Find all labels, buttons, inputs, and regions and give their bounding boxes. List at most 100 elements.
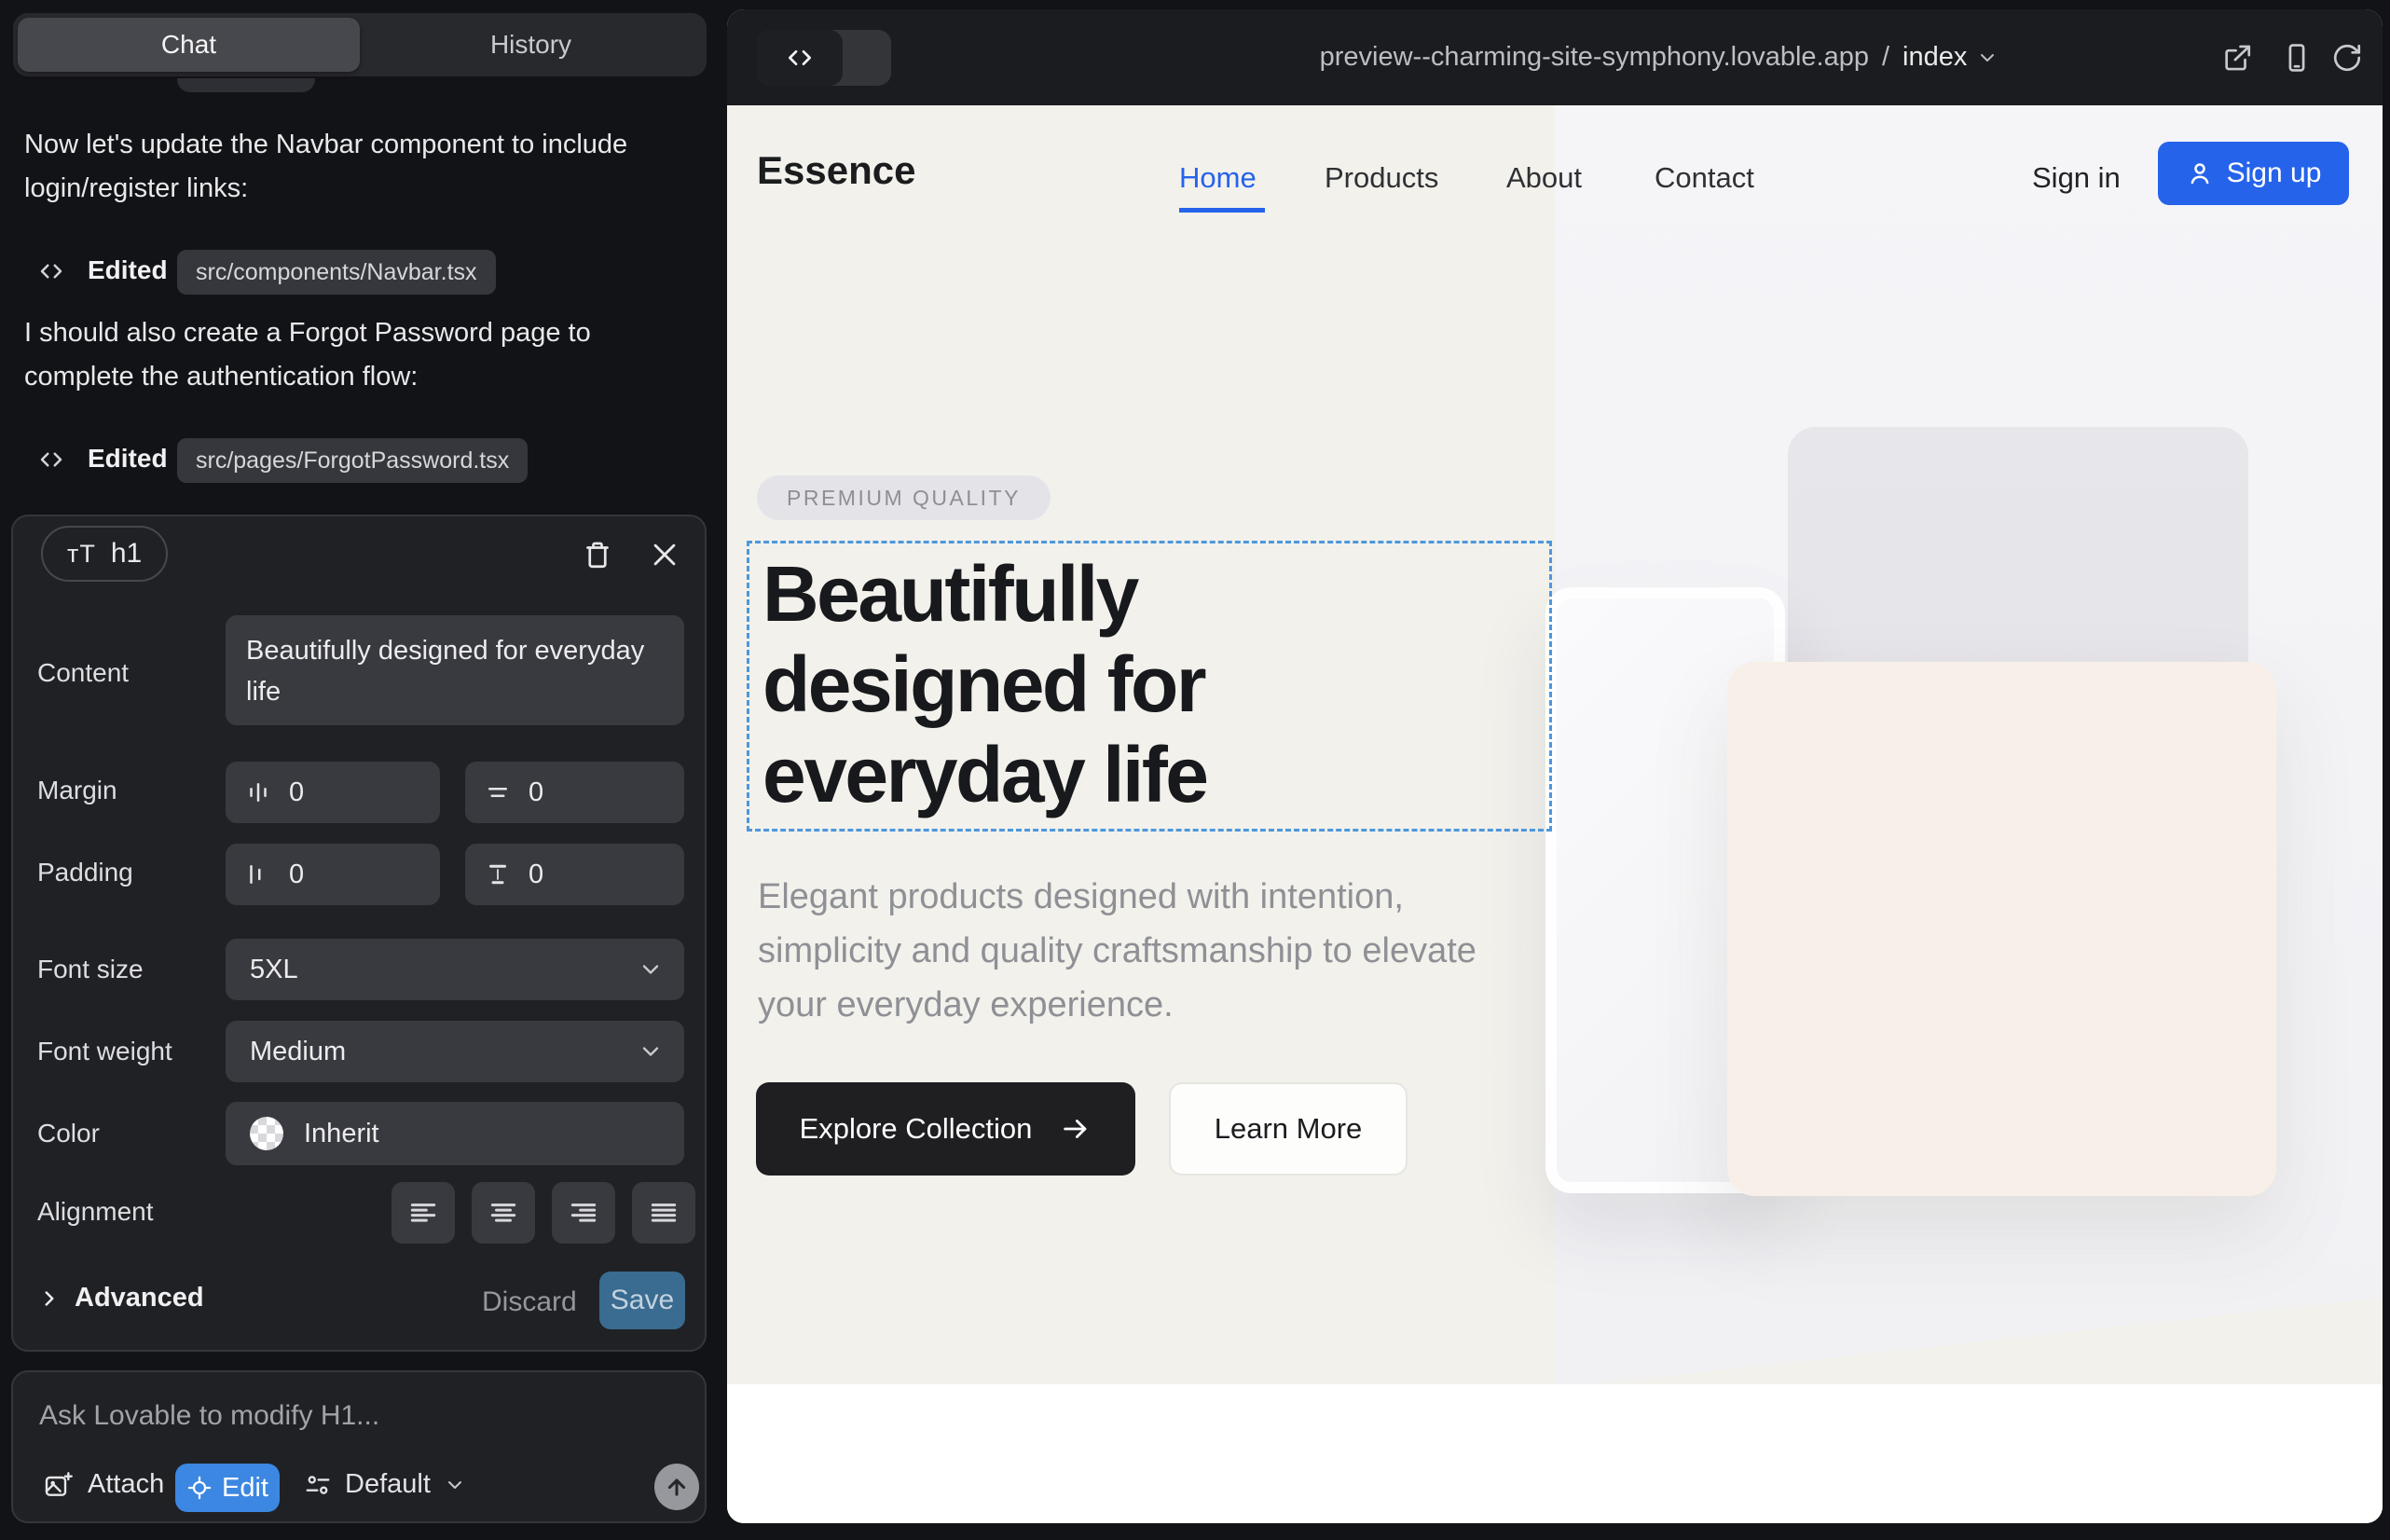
color-swatch-transparent <box>250 1117 283 1150</box>
margin-vertical-icon <box>484 778 512 806</box>
edited-file-row: Edited src/pages/ForgotPassword.tsx <box>0 438 708 485</box>
advanced-label: Advanced <box>75 1283 204 1313</box>
align-justify-button[interactable] <box>632 1182 695 1244</box>
sign-up-button[interactable]: Sign up <box>2158 142 2349 205</box>
margin-x-input[interactable]: 0 <box>226 762 440 823</box>
preview-window: preview--charming-site-symphony.lovable.… <box>727 9 2383 1523</box>
open-in-new-tab-button[interactable] <box>2217 37 2258 78</box>
nav-home-underline <box>1179 208 1265 213</box>
content-input[interactable]: Beautifully designed for everyday life <box>226 615 684 725</box>
padding-vertical-icon <box>484 860 512 888</box>
padding-x-value: 0 <box>289 859 304 890</box>
font-size-label: Font size <box>37 955 144 984</box>
chevron-down-icon <box>638 956 664 983</box>
advanced-toggle[interactable]: Advanced <box>37 1283 204 1313</box>
tab-chat-label: Chat <box>161 30 216 60</box>
font-size-value: 5XL <box>250 955 298 985</box>
color-select[interactable]: Inherit <box>226 1102 684 1165</box>
target-icon <box>186 1475 213 1501</box>
selected-element-tag[interactable]: тT h1 <box>41 526 168 582</box>
site-page: Essence Home Products About Contact Sign… <box>727 105 2383 1523</box>
margin-x-value: 0 <box>289 777 304 808</box>
nav-link-about[interactable]: About <box>1506 161 1582 195</box>
code-icon <box>37 446 65 474</box>
external-link-icon <box>2221 42 2253 74</box>
padding-horizontal-icon <box>244 860 272 888</box>
chat-input[interactable]: Ask Lovable to modify H1... <box>39 1400 379 1432</box>
code-view-toggle[interactable] <box>757 30 891 86</box>
margin-y-input[interactable]: 0 <box>465 762 684 823</box>
file-path-chip[interactable]: src/components/Navbar.tsx <box>177 250 496 295</box>
text-element-icon: тT <box>67 540 96 569</box>
attach-label: Attach <box>88 1469 164 1500</box>
chevron-right-icon <box>37 1286 62 1311</box>
site-logo[interactable]: Essence <box>757 148 915 193</box>
explore-collection-button[interactable]: Explore Collection <box>756 1082 1135 1176</box>
align-right-button[interactable] <box>552 1182 615 1244</box>
code-icon <box>37 257 65 285</box>
attach-image-icon <box>43 1470 73 1500</box>
save-button[interactable]: Save <box>599 1272 685 1329</box>
tab-chat[interactable]: Chat <box>18 18 360 72</box>
url-separator: / <box>1882 42 1889 73</box>
url-domain: preview--charming-site-symphony.lovable.… <box>1320 42 1869 73</box>
element-editor-panel: тT h1 Content Beautifully designed for e… <box>11 515 707 1352</box>
edited-file-row: Edited src/components/Navbar.tsx <box>0 250 708 296</box>
hero-heading-line: Beautifully <box>762 549 1207 639</box>
close-icon <box>649 539 680 571</box>
font-size-select[interactable]: 5XL <box>226 939 684 1000</box>
edited-label: Edited <box>88 444 168 474</box>
code-toggle-active-segment <box>757 30 843 86</box>
chat-bubble-partial <box>177 78 315 92</box>
attach-button[interactable]: Attach <box>43 1469 164 1500</box>
preview-topbar: preview--charming-site-symphony.lovable.… <box>727 9 2383 105</box>
edit-label: Edit <box>222 1473 268 1504</box>
discard-button[interactable]: Discard <box>482 1286 577 1318</box>
learn-more-button[interactable]: Learn More <box>1169 1082 1408 1176</box>
nav-link-home[interactable]: Home <box>1179 161 1257 195</box>
url-page: index <box>1902 42 1967 73</box>
chat-composer: Ask Lovable to modify H1... Attach Edit … <box>11 1370 707 1523</box>
hero-heading[interactable]: Beautifully designed for everyday life <box>762 549 1207 820</box>
mobile-preview-button[interactable] <box>2276 37 2317 78</box>
align-left-button[interactable] <box>391 1182 455 1244</box>
chat-sidebar: Chat History Now let's update the Navbar… <box>0 0 725 1540</box>
decorative-card-cream <box>1727 662 2276 1196</box>
next-page-section <box>727 1384 2383 1523</box>
smartphone-icon <box>2281 42 2313 74</box>
margin-y-value: 0 <box>529 777 543 808</box>
arrow-up-icon <box>664 1474 690 1500</box>
file-path-chip[interactable]: src/pages/ForgotPassword.tsx <box>177 438 528 483</box>
padding-x-input[interactable]: 0 <box>226 844 440 905</box>
hero-description: Elegant products designed with intention… <box>758 870 1522 1032</box>
nav-link-products[interactable]: Products <box>1325 161 1438 195</box>
font-weight-value: Medium <box>250 1037 346 1067</box>
font-weight-label: Font weight <box>37 1037 172 1066</box>
default-mode-button[interactable]: Default <box>304 1469 466 1500</box>
color-value: Inherit <box>304 1119 379 1149</box>
assistant-message: Now let's update the Navbar component to… <box>24 123 641 211</box>
assistant-message: I should also create a Forgot Password p… <box>24 311 641 399</box>
edited-label: Edited <box>88 255 168 285</box>
color-label: Color <box>37 1119 100 1148</box>
nav-link-contact[interactable]: Contact <box>1655 161 1754 195</box>
sidebar-tabs: Chat History <box>13 13 707 76</box>
trash-icon <box>581 538 614 571</box>
chevron-down-icon <box>638 1038 664 1065</box>
align-center-button[interactable] <box>472 1182 535 1244</box>
tab-history[interactable]: History <box>360 18 702 72</box>
padding-label: Padding <box>37 858 133 887</box>
edit-mode-button[interactable]: Edit <box>175 1464 280 1512</box>
close-panel-button[interactable] <box>643 533 686 576</box>
align-left-icon <box>405 1194 442 1231</box>
code-icon <box>785 43 815 73</box>
sign-in-link[interactable]: Sign in <box>2032 161 2121 195</box>
send-button[interactable] <box>654 1464 699 1510</box>
refresh-button[interactable] <box>2327 37 2368 78</box>
preview-url-dropdown[interactable]: preview--charming-site-symphony.lovable.… <box>1212 9 2107 105</box>
margin-horizontal-icon <box>244 778 272 806</box>
font-weight-select[interactable]: Medium <box>226 1021 684 1082</box>
padding-y-input[interactable]: 0 <box>465 844 684 905</box>
hero-section: Essence Home Products About Contact Sign… <box>727 105 2383 1384</box>
delete-element-button[interactable] <box>576 533 619 576</box>
